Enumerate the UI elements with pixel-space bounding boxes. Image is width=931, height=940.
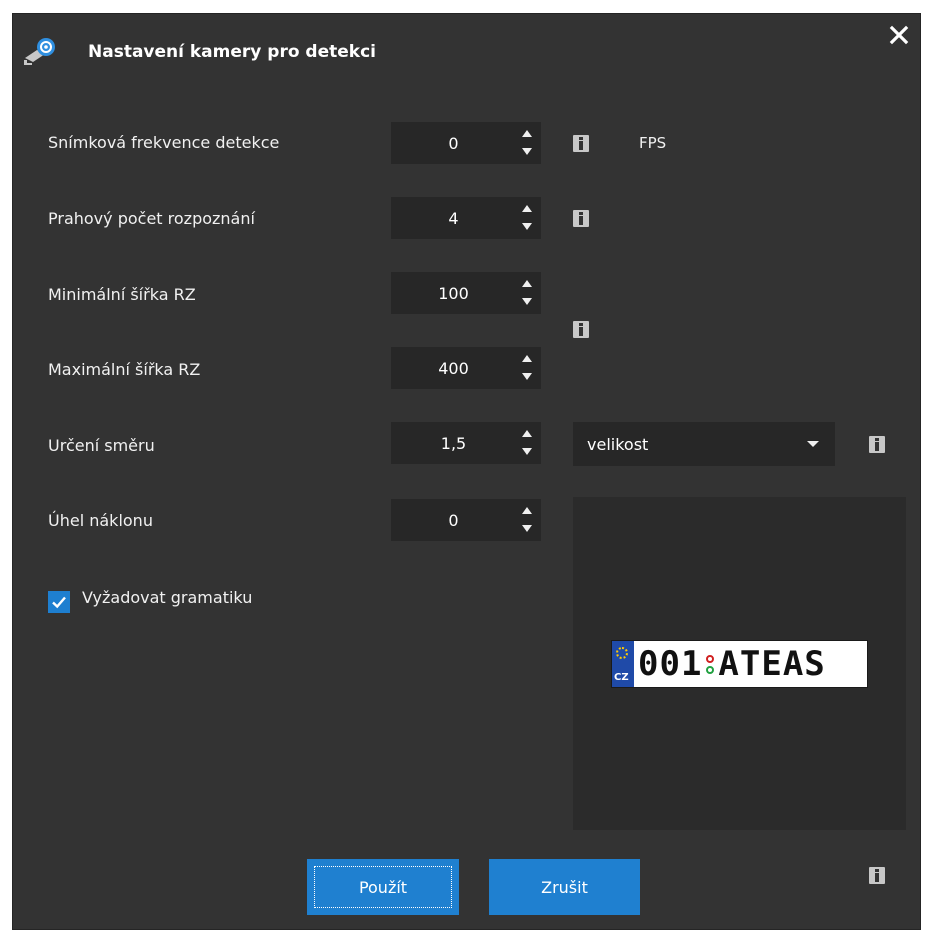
general-info-icon[interactable] bbox=[869, 867, 885, 884]
direction-mode-value: velikost bbox=[587, 435, 649, 454]
camera-settings-dialog: Nastavení kamery pro detekci Snímková fr… bbox=[12, 13, 921, 930]
min-width-increment-arrow-icon[interactable] bbox=[518, 276, 536, 292]
max-width-label: Maximální šířka RZ bbox=[48, 360, 201, 379]
plate-seal-icon bbox=[706, 654, 715, 674]
plate-country-code: CZ bbox=[614, 672, 629, 683]
max-width-increment-arrow-icon[interactable] bbox=[518, 351, 536, 367]
direction-input[interactable] bbox=[391, 422, 516, 464]
threshold-decrement-arrow-icon[interactable] bbox=[518, 219, 536, 235]
threshold-label: Prahový počet rozpoznání bbox=[48, 209, 255, 228]
threshold-spinbox bbox=[391, 197, 541, 239]
eu-band: CZ bbox=[612, 641, 634, 687]
min-width-input[interactable] bbox=[391, 272, 516, 314]
plate-text-right: ATEAS bbox=[718, 644, 826, 684]
direction-info-icon[interactable] bbox=[869, 436, 885, 453]
eu-stars-icon bbox=[616, 647, 628, 659]
chevron-down-icon bbox=[807, 441, 819, 447]
camera-settings-icon bbox=[24, 38, 55, 65]
threshold-increment-arrow-icon[interactable] bbox=[518, 201, 536, 217]
checkmark-icon bbox=[52, 596, 66, 609]
max-width-decrement-arrow-icon[interactable] bbox=[518, 369, 536, 385]
tilt-decrement-arrow-icon[interactable] bbox=[518, 521, 536, 537]
apply-button[interactable]: Použít bbox=[307, 859, 459, 915]
plate-text-left: 001 bbox=[638, 644, 703, 684]
fps-input[interactable] bbox=[391, 122, 516, 164]
apply-button-label: Použít bbox=[358, 877, 408, 897]
tilt-increment-arrow-icon[interactable] bbox=[518, 503, 536, 519]
grammar-checkbox[interactable] bbox=[48, 591, 70, 613]
cancel-button[interactable]: Zrušit bbox=[489, 859, 640, 915]
threshold-info-icon[interactable] bbox=[573, 210, 589, 227]
direction-spinbox bbox=[391, 422, 541, 464]
direction-increment-arrow-icon[interactable] bbox=[518, 426, 536, 442]
tilt-input[interactable] bbox=[391, 499, 516, 541]
max-width-spinbox bbox=[391, 347, 541, 389]
fps-decrement-arrow-icon[interactable] bbox=[518, 144, 536, 160]
min-width-decrement-arrow-icon[interactable] bbox=[518, 294, 536, 310]
close-icon[interactable] bbox=[886, 22, 912, 48]
direction-mode-select[interactable]: velikost bbox=[573, 422, 835, 466]
min-width-spinbox bbox=[391, 272, 541, 314]
plate-preview-panel: CZ 001 ATEAS bbox=[573, 497, 906, 830]
fps-info-icon[interactable] bbox=[573, 135, 589, 152]
plate-width-info-icon[interactable] bbox=[573, 321, 589, 338]
tilt-spinbox bbox=[391, 499, 541, 541]
direction-label: Určení směru bbox=[48, 436, 155, 455]
direction-decrement-arrow-icon[interactable] bbox=[518, 444, 536, 460]
cancel-button-label: Zrušit bbox=[541, 877, 588, 897]
fps-spinbox bbox=[391, 122, 541, 164]
fps-unit: FPS bbox=[639, 134, 667, 152]
fps-increment-arrow-icon[interactable] bbox=[518, 126, 536, 142]
threshold-input[interactable] bbox=[391, 197, 516, 239]
tilt-label: Úhel náklonu bbox=[48, 511, 153, 530]
fps-label: Snímková frekvence detekce bbox=[48, 133, 280, 152]
plate-text: 001 ATEAS bbox=[634, 644, 826, 684]
min-width-label: Minimální šířka RZ bbox=[48, 285, 196, 304]
dialog-title: Nastavení kamery pro detekci bbox=[88, 42, 376, 62]
grammar-label: Vyžadovat gramatiku bbox=[82, 588, 253, 607]
max-width-input[interactable] bbox=[391, 347, 516, 389]
license-plate-image: CZ 001 ATEAS bbox=[611, 640, 868, 688]
title-bar: Nastavení kamery pro detekci bbox=[13, 14, 920, 84]
